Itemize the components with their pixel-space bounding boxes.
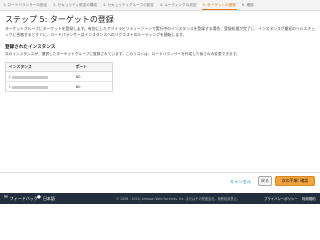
instance-id-cell: i- [6,74,73,79]
instance-id-prefix: i- [9,84,12,89]
globe-icon: ● [37,195,41,201]
instance-id-prefix: i- [9,74,12,79]
wizard-step-label: 1. ロードバランサーの設定 [3,2,48,7]
instance-id-cell: i- [6,84,73,89]
copyright-text: © 2008 - 2018, Amazon Web Services, Inc.… [116,197,240,201]
language-selector[interactable]: ● 日本語 [37,193,55,204]
wizard-step-label: 5. ターゲットの登録 [202,2,236,7]
wizard-step-4[interactable]: 4. ルーティングの設定 [157,0,200,10]
page-description: ターゲットグループにターゲットを登録します。有効にしたアベイラビリティーゾーンで… [5,26,315,37]
wizard-step-label: 6. 確認 [241,2,254,7]
wizard-step-2[interactable]: 2. セキュリティ設定の構成 [50,0,100,10]
wizard-step-label: 4. ルーティングの設定 [159,2,197,7]
table-header: インスタンス ポート [6,63,112,72]
wizard-step-5[interactable]: 5. ターゲットの登録 [200,0,239,10]
next-review-button[interactable]: 次の手順: 確認 [275,176,315,186]
language-label: 日本語 [42,195,55,201]
redacted-instance-id [12,75,49,79]
registered-instances-table: インスタンス ポート i- 80 i- 80 [5,62,113,92]
wizard-steps-nav: 1. ロードバランサーの設定 2. セキュリティ設定の構成 3. セキュリティグ… [0,0,320,11]
column-header-port: ポート [75,64,88,69]
feedback-link[interactable]: ✉ フィードバック [4,193,38,204]
wizard-step-label: 2. セキュリティ設定の構成 [53,2,97,7]
terms-of-use-link[interactable]: 利用規約 [302,193,316,204]
console-bottom-bar: ✉ フィードバック ● 日本語 © 2008 - 2018, Amazon We… [0,193,320,204]
privacy-policy-link[interactable]: プライバシーポリシー [264,193,298,204]
wizard-step-3[interactable]: 3. セキュリティグループの設定 [100,0,157,10]
footer-divider [0,172,320,173]
back-button[interactable]: 戻る [258,176,272,186]
redacted-instance-id [12,85,49,89]
cancel-link[interactable]: キャンセル [230,179,251,185]
column-header-instance: インスタンス [9,64,32,69]
wizard-step-label: 3. セキュリティグループの設定 [103,2,154,7]
table-row: i- 80 [6,82,112,91]
wizard-step-6[interactable]: 6. 確認 [239,0,257,10]
registered-instances-title: 登録されたインスタンス [5,45,56,50]
port-cell: 80 [75,74,81,79]
wizard-step-1[interactable]: 1. ロードバランサーの設定 [0,0,50,10]
table-row: i- 80 [6,72,112,82]
feedback-label: フィードバック [9,195,38,201]
port-cell: 80 [75,84,81,89]
page-title: ステップ 5: ターゲットの登録 [5,15,114,24]
feedback-icon: ✉ [4,195,8,201]
registered-instances-description: 次のインスタンスが、選択したターゲットグループに登録されています。このリストは、… [5,52,240,56]
